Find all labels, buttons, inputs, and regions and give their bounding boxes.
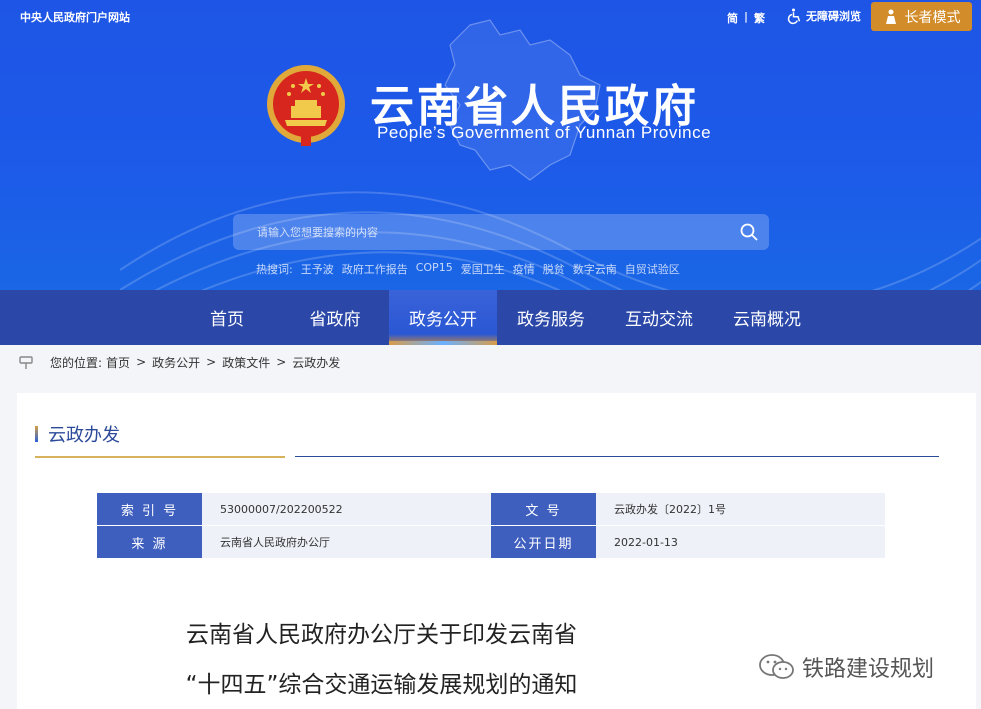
- hot-term[interactable]: 疫情: [513, 261, 535, 277]
- index-number-value: 53000007/202200522: [202, 493, 491, 525]
- publish-date-label: 公开日期: [491, 526, 596, 558]
- wechat-icon: [759, 654, 794, 679]
- hot-term[interactable]: 脱贫: [543, 261, 565, 277]
- elder-mode-button[interactable]: 长者模式: [871, 2, 972, 31]
- document-number-label: 文 号: [491, 493, 596, 525]
- accessibility-link[interactable]: 无障碍浏览: [786, 7, 861, 25]
- hot-search-terms: 热搜词: 王予波 政府工作报告 COP15 爱国卫生 疫情 脱贫 数字云南 自贸…: [256, 261, 680, 277]
- search-icon[interactable]: [739, 222, 759, 242]
- section-divider-blue: [295, 456, 939, 457]
- hot-term[interactable]: 自贸试验区: [625, 261, 680, 277]
- main-nav: 首页 省政府 政务公开 政务服务 互动交流 云南概况: [0, 290, 981, 345]
- search-box: [233, 214, 769, 250]
- section-heading: 云政办发: [35, 421, 120, 447]
- national-emblem-icon: [267, 65, 345, 146]
- hot-term[interactable]: 数字云南: [573, 261, 617, 277]
- watermark-text: 铁路建设规划: [802, 657, 935, 682]
- meta-row: 来 源 云南省人民政府办公厅 公开日期 2022-01-13: [97, 526, 885, 558]
- publish-date-value: 2022-01-13: [596, 526, 885, 558]
- breadcrumb-government-affairs[interactable]: 政务公开: [152, 354, 200, 371]
- breadcrumb-separator: >: [136, 355, 147, 369]
- nav-interaction[interactable]: 互动交流: [612, 290, 706, 345]
- source-label: 来 源: [97, 526, 202, 558]
- wechat-watermark: 铁路建设规划: [758, 651, 934, 683]
- index-number-label: 索 引 号: [97, 493, 202, 525]
- simplified-chinese-link[interactable]: 简: [727, 10, 738, 26]
- breadcrumb-current[interactable]: 云政办发: [292, 354, 340, 371]
- hot-term[interactable]: 王予波: [301, 261, 334, 277]
- section-accent-bar: [35, 426, 38, 442]
- breadcrumb-policy-documents[interactable]: 政策文件: [222, 354, 270, 371]
- hot-term[interactable]: 爱国卫生: [461, 261, 505, 277]
- section-title: 云政办发: [48, 425, 120, 446]
- hot-term[interactable]: 政府工作报告: [342, 261, 408, 277]
- nav-yunnan-overview[interactable]: 云南概况: [720, 290, 814, 345]
- nav-government-services[interactable]: 政务服务: [504, 290, 598, 345]
- traditional-chinese-link[interactable]: 繁: [754, 10, 765, 26]
- central-portal-link[interactable]: 中央人民政府门户网站: [20, 9, 130, 25]
- source-value: 云南省人民政府办公厅: [202, 526, 491, 558]
- language-switch: 简 | 繁: [727, 10, 765, 26]
- document-number-value: 云政办发〔2022〕1号: [596, 493, 885, 525]
- hot-term[interactable]: COP15: [416, 261, 453, 277]
- breadcrumb-separator: >: [276, 355, 287, 369]
- document-meta-table: 索 引 号 53000007/202200522 文 号 云政办发〔2022〕1…: [97, 493, 885, 559]
- search-input[interactable]: [233, 225, 713, 239]
- document-title-line-1: 云南省人民政府办公厅关于印发云南省: [186, 622, 577, 648]
- nav-government-affairs-disclosure[interactable]: 政务公开: [389, 290, 497, 345]
- elder-mode-label: 长者模式: [904, 9, 961, 26]
- hot-search-label: 热搜词:: [256, 263, 293, 276]
- nav-provincial-government[interactable]: 省政府: [288, 290, 382, 345]
- breadcrumb-separator: >: [206, 355, 217, 369]
- accessibility-label: 无障碍浏览: [806, 10, 861, 23]
- breadcrumb-prefix: 您的位置:: [50, 355, 103, 370]
- wheelchair-icon: [787, 8, 801, 25]
- lang-separator: |: [744, 10, 749, 23]
- section-divider-gold: [35, 456, 285, 458]
- location-pin-icon: [19, 356, 33, 369]
- site-subtitle: People’s Government of Yunnan Province: [377, 123, 712, 142]
- site-header: 中央人民政府门户网站 简 | 繁 无障碍浏览 长者模式 云南省人民政府 Peop…: [0, 0, 981, 290]
- meta-row: 索 引 号 53000007/202200522 文 号 云政办发〔2022〕1…: [97, 493, 885, 525]
- breadcrumb-home[interactable]: 首页: [106, 354, 130, 371]
- elder-person-icon: [885, 9, 896, 24]
- nav-home[interactable]: 首页: [180, 290, 274, 345]
- breadcrumb: 您的位置: 首页 > 政务公开 > 政策文件 > 云政办发: [18, 352, 340, 372]
